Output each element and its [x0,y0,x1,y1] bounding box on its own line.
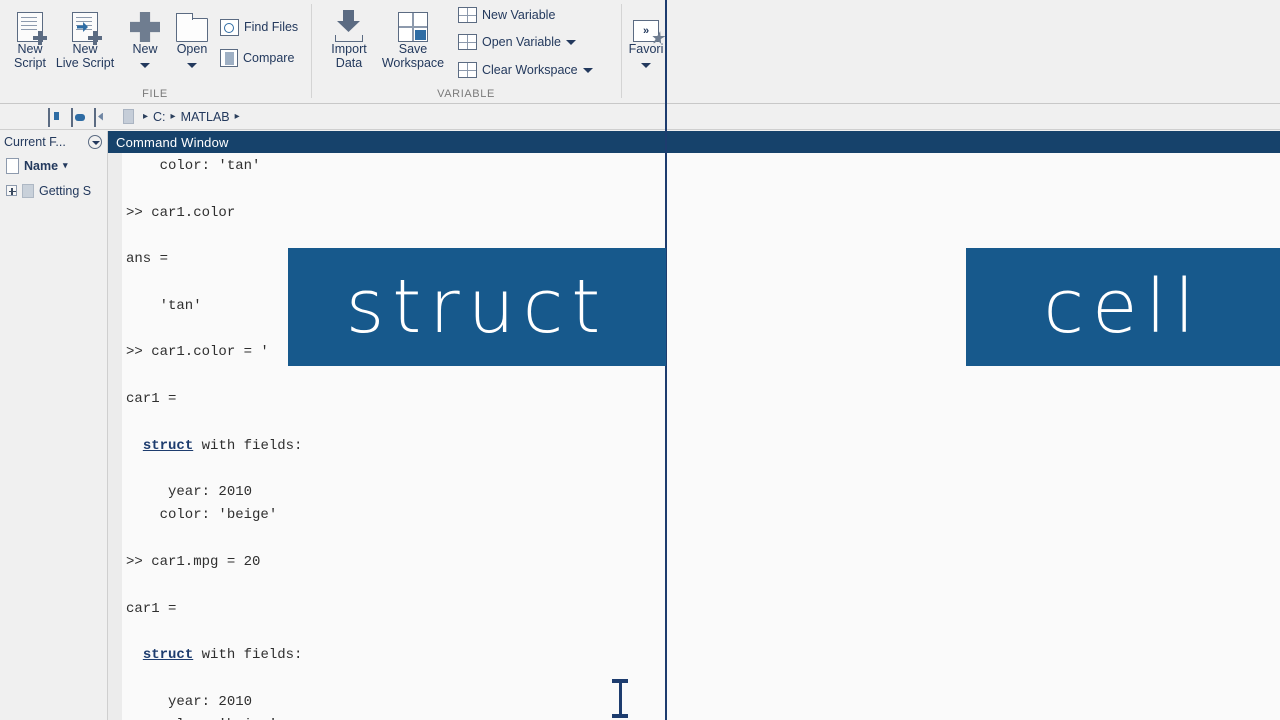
back-arrow-icon[interactable] [0,106,22,128]
command-window-title: Command Window [108,131,666,153]
chevron-down-icon[interactable] [168,57,216,75]
clear-workspace-label: Clear Workspace [482,63,578,77]
new-label: New [122,42,168,56]
screenshot-root: New Script New Live Script New [0,0,1280,720]
chevron-down-icon[interactable] [122,57,168,75]
current-folder-title: Current F... [4,135,66,149]
browse-folder-icon[interactable] [69,106,91,128]
drive-icon [123,109,134,124]
file-icon [6,158,19,174]
open-variable-label: Open Variable [482,35,561,49]
breadcrumb-sep-2: ▸ [235,111,240,122]
new-variable-button[interactable]: New Variable [458,2,555,28]
ribbon-group-favorites: »★ Favori [622,0,666,104]
address-bar-left: ▸ C: ▸ MATLAB ▸ [0,104,666,130]
open-label: Open [168,42,216,56]
import-data-label-1: Import [320,42,378,56]
forward-arrow-icon[interactable] [23,106,45,128]
breadcrumb[interactable]: ▸ C: ▸ MATLAB ▸ [143,110,240,124]
chevron-down-icon[interactable] [622,57,666,75]
ribbon-group-label-variable: VARIABLE [312,88,620,100]
new-script-icon [2,4,58,42]
ribbon-group-label-file: FILE [0,88,310,100]
column-header-name: Name [24,159,58,173]
command-window-gutter [108,153,122,720]
chevron-down-icon[interactable] [583,68,593,73]
find-files-icon [220,19,239,36]
new-live-script-button[interactable]: New Live Script [54,4,116,70]
panel-options-icon[interactable] [88,135,102,149]
open-variable-button[interactable]: Open Variable [458,29,576,55]
save-workspace-label-2: Workspace [374,56,452,70]
clear-workspace-icon [458,62,477,78]
breadcrumb-item-matlab[interactable]: MATLAB [181,110,230,124]
import-data-label-2: Data [320,56,378,70]
chevron-down-icon[interactable] [566,40,576,45]
open-variable-icon [458,34,477,50]
command-window-body[interactable]: color: 'tan' >> car1.color ans = 'tan' >… [108,153,666,720]
folder-icon [22,184,34,198]
banner-cell: cell [966,248,1280,366]
command-window-body-2[interactable]: >> my_ca = {3, true, "alpha", [1 2]; fal… [666,153,1280,720]
command-window-title: Command Window [666,131,1280,153]
new-variable-label: New Variable [482,8,555,22]
new-script-label-1: New [2,42,58,56]
compare-button[interactable]: Compare [220,45,294,71]
text-ibeam-cursor [612,679,628,720]
open-dropdown-button[interactable]: Open [168,4,216,75]
save-workspace-label-1: Save [374,42,452,56]
new-dropdown-button[interactable]: New [122,4,168,75]
favorites-button[interactable]: »★ Favori [622,4,666,75]
import-data-button[interactable]: Import Data [320,4,378,70]
import-data-icon [320,4,378,42]
plus-icon [122,4,168,42]
ribbon-group-variable: Import Data Save Workspace New Variable [312,0,620,104]
favorites-icon: »★ [622,4,666,42]
banner-cell-label: cell [1043,264,1202,350]
sort-indicator-icon: ▾ [63,160,68,171]
new-live-script-icon [54,4,116,42]
save-workspace-button[interactable]: Save Workspace [374,4,452,70]
banner-struct: struct [288,248,666,366]
command-window-output-left[interactable]: color: 'tan' >> car1.color ans = 'tan' >… [122,153,666,720]
list-item-label: Getting S [39,184,91,198]
current-folder-header: Current F... [0,131,107,153]
new-script-button[interactable]: New Script [2,4,58,70]
save-workspace-icon [374,4,452,42]
find-files-label: Find Files [244,20,298,34]
address-bar-right: ▸ C: ▸ MATLAB ▸ [666,104,1280,130]
panels-left: Current F... Name ▾ Getting S [0,131,666,720]
find-files-button[interactable]: Find Files [220,14,298,40]
ribbon-toolbar-left: New Script New Live Script New [0,0,666,104]
new-variable-icon [458,7,477,23]
folder-icon [168,4,216,42]
new-live-script-label-2: Live Script [54,56,116,70]
up-one-level-icon[interactable] [46,106,68,128]
ribbon-group-file: New Script New Live Script New [0,0,310,104]
new-live-script-label-1: New [54,42,116,56]
folder-column-header[interactable]: Name ▾ [0,153,107,178]
command-window-right: Command Window >> my_ca = {3, true, "alp… [666,131,1280,720]
breadcrumb-sep-1: ▸ [171,111,176,122]
current-folder-panel: Current F... Name ▾ Getting S [0,131,108,720]
ribbon-toolbar-right: New Script New Live Script New [666,0,1280,104]
clear-workspace-button[interactable]: Clear Workspace [458,57,593,83]
compare-icon [220,49,238,67]
breadcrumb-item-drive[interactable]: C: [153,110,166,124]
refresh-icon[interactable] [92,106,114,128]
banner-struct-label: struct [346,264,609,350]
expand-icon[interactable] [6,185,17,196]
new-script-label-2: Script [2,56,58,70]
command-window-output-right[interactable]: >> my_ca = {3, true, "alpha", [1 2]; fal… [666,153,1280,720]
compare-label: Compare [243,51,294,65]
list-item[interactable]: Getting S [0,178,107,203]
breadcrumb-sep-0: ▸ [143,111,148,122]
panels-right: Current F... Name ▾ Getting S [666,131,1280,720]
command-window-left: Command Window color: 'tan' >> car1.colo… [108,131,666,720]
